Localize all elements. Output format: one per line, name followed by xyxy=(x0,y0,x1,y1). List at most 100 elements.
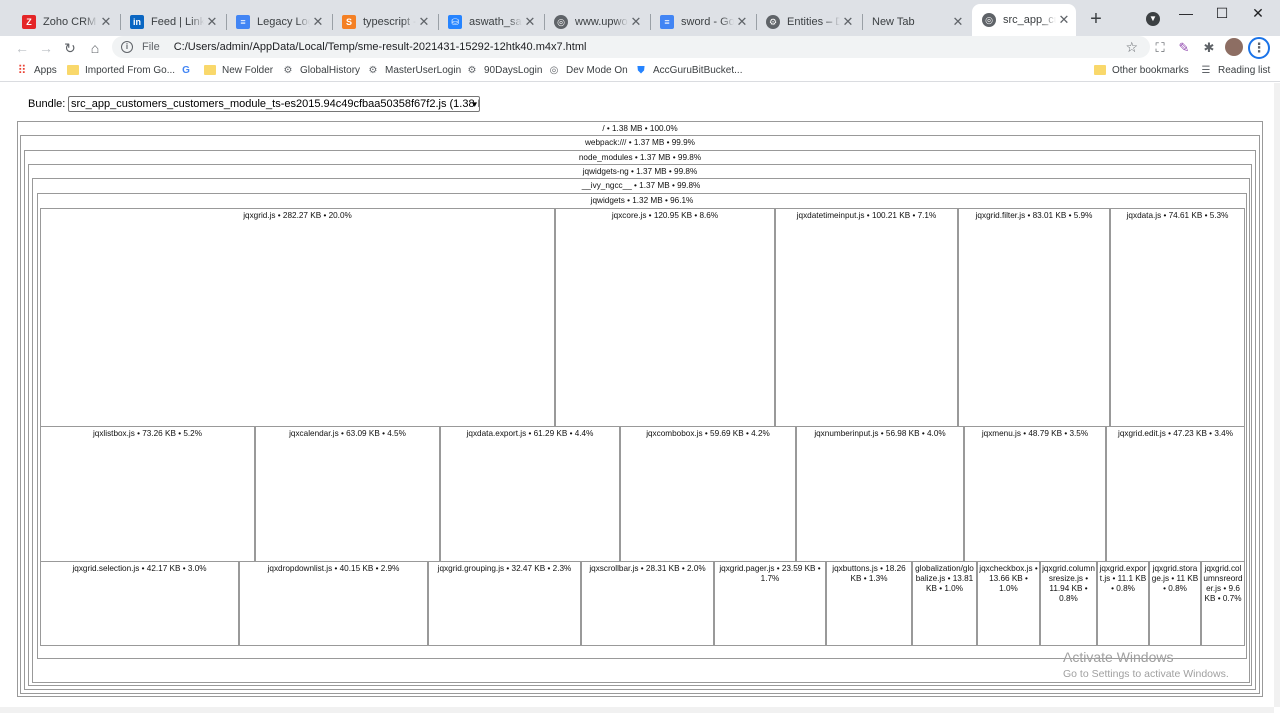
leaf-jqxgrid-columnsresize[interactable]: jqxgrid.columnsresize.js • 11.94 KB • 0.… xyxy=(1040,561,1097,646)
address-bar[interactable]: i File C:/Users/admin/AppData/Local/Temp… xyxy=(112,36,1150,58)
close-icon[interactable]: ✕ xyxy=(204,14,220,30)
tab-zoho-crm[interactable]: Z Zoho CRM | To ✕ xyxy=(12,8,118,36)
tab-search-icon[interactable]: ▼ xyxy=(1146,12,1160,26)
screenshot-extension-icon[interactable]: ⛶ xyxy=(1151,39,1169,57)
bookmark-label: AccGuruBitBucket... xyxy=(653,64,743,76)
extensions-puzzle-icon[interactable]: ✱ xyxy=(1200,39,1218,57)
entities-icon: ⚙ xyxy=(766,15,780,29)
pen-extension-icon[interactable]: ✎ xyxy=(1175,39,1193,57)
tab-legacy-logs[interactable]: ≡ Legacy Logs Viewer ✕ xyxy=(226,8,330,36)
leaf-jqxcore[interactable]: jqxcore.js • 120.95 KB • 8.6% xyxy=(555,208,775,427)
bookmark-google[interactable]: G xyxy=(180,64,198,76)
minimize-icon[interactable]: — xyxy=(1168,0,1204,28)
reading-list-icon: ☰ xyxy=(1201,64,1211,76)
horizontal-scrollbar[interactable] xyxy=(0,707,1274,713)
close-icon[interactable]: ✕ xyxy=(628,14,644,30)
bookmark-imported[interactable]: Imported From Go... xyxy=(67,64,175,76)
leaf-jqxdata-export[interactable]: jqxdata.export.js • 61.29 KB • 4.4% xyxy=(440,426,620,562)
gear-icon: ⚙ xyxy=(283,64,293,76)
url-text[interactable]: C:/Users/admin/AppData/Local/Temp/sme-re… xyxy=(174,41,587,53)
close-icon[interactable]: ✕ xyxy=(840,14,856,30)
tab-bitbucket[interactable]: ⛁ aswath_satrasala ✕ xyxy=(438,8,542,36)
other-bookmarks[interactable]: Other bookmarks xyxy=(1094,64,1189,76)
bookmark-globalhistory[interactable]: ⚙ GlobalHistory xyxy=(282,64,361,76)
profile-avatar[interactable] xyxy=(1225,38,1243,56)
leaf-jqxgrid-columnsreorder[interactable]: jqxgrid.columnsreorder.js • 9.6 KB • 0.7… xyxy=(1201,561,1245,646)
tree-node-label: / • 1.38 MB • 100.0% xyxy=(602,124,678,133)
close-icon[interactable]: ✕ xyxy=(416,14,432,30)
kebab-menu-icon[interactable]: ⋮ xyxy=(1248,37,1270,59)
close-icon[interactable]: ✕ xyxy=(522,14,538,30)
reading-list[interactable]: ☰ Reading list xyxy=(1200,64,1271,76)
leaf-jqxdropdownlist[interactable]: jqxdropdownlist.js • 40.15 KB • 2.9% xyxy=(239,561,428,646)
leaf-jqxgrid-filter[interactable]: jqxgrid.filter.js • 83.01 KB • 5.9% xyxy=(958,208,1110,427)
leaf-label: globalization/globalize.js • 13.81 KB • … xyxy=(915,564,974,593)
leaf-jqxdata[interactable]: jqxdata.js • 74.61 KB • 5.3% xyxy=(1110,208,1245,427)
leaf-jqxlistbox[interactable]: jqxlistbox.js • 73.26 KB • 5.2% xyxy=(40,426,255,562)
leaf-jqxgrid-pager[interactable]: jqxgrid.pager.js • 23.59 KB • 1.7% xyxy=(714,561,826,646)
leaf-jqxscrollbar[interactable]: jqxscrollbar.js • 28.31 KB • 2.0% xyxy=(581,561,714,646)
bookmark-apps[interactable]: ⠿ Apps xyxy=(16,63,57,77)
tree-node-label: __ivy_ngcc__ • 1.37 MB • 99.8% xyxy=(581,181,701,190)
url-scheme: File xyxy=(142,41,160,53)
leaf-jqxgrid-storage[interactable]: jqxgrid.storage.js • 11 KB • 0.8% xyxy=(1149,561,1201,646)
home-icon[interactable]: ⌂ xyxy=(85,38,105,58)
leaf-label: jqxgrid.edit.js • 47.23 KB • 3.4% xyxy=(1118,429,1233,438)
leaf-jqxgrid-selection[interactable]: jqxgrid.selection.js • 42.17 KB • 3.0% xyxy=(40,561,239,646)
zoho-icon: Z xyxy=(22,15,36,29)
window-close-icon[interactable]: ✕ xyxy=(1240,0,1276,28)
tab-entities[interactable]: ⚙ Entities – Data ✕ xyxy=(756,8,860,36)
back-arrow-icon[interactable]: ← xyxy=(12,38,32,58)
bundle-select-value: src_app_customers_customers_module_ts-es… xyxy=(71,98,480,110)
watermark-title: Activate Windows xyxy=(1063,649,1174,665)
tab-linkedin[interactable]: in Feed | LinkedIn ✕ xyxy=(120,8,224,36)
close-icon[interactable]: ✕ xyxy=(1056,12,1072,28)
reload-icon[interactable]: ↻ xyxy=(60,38,80,58)
bookmark-label: New Folder xyxy=(222,64,274,76)
leaf-jqxcheckbox[interactable]: jqxcheckbox.js • 13.66 KB • 1.0% xyxy=(977,561,1040,646)
gear-icon: ⚙ xyxy=(368,64,378,76)
bookmark-masteruserlogin[interactable]: ⚙ MasterUserLogin xyxy=(367,64,462,76)
leaf-jqxnumberinput[interactable]: jqxnumberinput.js • 56.98 KB • 4.0% xyxy=(796,426,964,562)
tab-title: src_app_custo xyxy=(1003,14,1056,26)
forward-arrow-icon[interactable]: → xyxy=(36,38,56,58)
tree-node-label: node_modules • 1.37 MB • 99.8% xyxy=(578,153,702,162)
vertical-scrollbar[interactable] xyxy=(1274,83,1280,707)
new-tab-button[interactable]: + xyxy=(1086,8,1106,32)
leaf-jqxmenu[interactable]: jqxmenu.js • 48.79 KB • 3.5% xyxy=(964,426,1106,562)
bookmark-dev-mode[interactable]: ◎ Dev Mode On xyxy=(548,64,628,76)
tab-active-bundle-report[interactable]: ◎ src_app_custo ✕ xyxy=(972,4,1076,36)
leaf-jqxdatetimeinput[interactable]: jqxdatetimeinput.js • 100.21 KB • 7.1% xyxy=(775,208,958,427)
close-icon[interactable]: ✕ xyxy=(310,14,326,30)
bundle-select[interactable]: src_app_customers_customers_module_ts-es… xyxy=(68,96,480,112)
maximize-icon[interactable]: ☐ xyxy=(1204,0,1240,28)
bookmark-label: Imported From Go... xyxy=(85,64,176,76)
close-icon[interactable]: ✕ xyxy=(98,14,114,30)
bookmark-new-folder[interactable]: New Folder xyxy=(204,64,273,76)
shield-icon: ⛊ xyxy=(637,64,645,76)
leaf-globalize[interactable]: globalization/globalize.js • 13.81 KB • … xyxy=(912,561,977,646)
leaf-jqxcombobox[interactable]: jqxcombobox.js • 59.69 KB • 4.2% xyxy=(620,426,796,562)
tab-google-docs[interactable]: ≡ sword - Google Docs ✕ xyxy=(650,8,754,36)
bookmark-accgurubitbucket[interactable]: ⛊ AccGuruBitBucket... xyxy=(635,64,742,76)
leaf-jqxbuttons[interactable]: jqxbuttons.js • 18.26 KB • 1.3% xyxy=(826,561,912,646)
close-icon[interactable]: ✕ xyxy=(950,14,966,30)
tab-typescript[interactable]: S typescript - ERROR ✕ xyxy=(332,8,436,36)
bookmark-label: 90DaysLogin xyxy=(484,64,543,76)
leaf-label: jqxcheckbox.js • 13.66 KB • 1.0% xyxy=(979,564,1038,593)
info-icon[interactable]: i xyxy=(121,41,133,53)
bookmark-star-icon[interactable]: ☆ xyxy=(1125,39,1138,56)
watermark-subtitle: Go to Settings to activate Windows. xyxy=(1063,668,1229,680)
close-icon[interactable]: ✕ xyxy=(734,14,750,30)
bookmark-90dayslogin[interactable]: ⚙ 90DaysLogin xyxy=(466,64,543,76)
leaf-jqxcalendar[interactable]: jqxcalendar.js • 63.09 KB • 4.5% xyxy=(255,426,440,562)
leaf-jqxgrid-grouping[interactable]: jqxgrid.grouping.js • 32.47 KB • 2.3% xyxy=(428,561,581,646)
tab-upwork[interactable]: ◎ www.upwork.com ✕ xyxy=(544,8,648,36)
leaf-jqxgrid-edit[interactable]: jqxgrid.edit.js • 47.23 KB • 3.4% xyxy=(1106,426,1245,562)
globe-icon: ◎ xyxy=(554,15,568,29)
leaf-jqxgrid-export[interactable]: jqxgrid.export.js • 11.1 KB • 0.8% xyxy=(1097,561,1149,646)
tab-new-tab[interactable]: New Tab ✕ xyxy=(862,8,970,36)
tab-title: www.upwork.com xyxy=(575,16,628,28)
leaf-jqxgrid[interactable]: jqxgrid.js • 282.27 KB • 20.0% xyxy=(40,208,555,427)
tab-title: Zoho CRM | To xyxy=(43,16,98,28)
